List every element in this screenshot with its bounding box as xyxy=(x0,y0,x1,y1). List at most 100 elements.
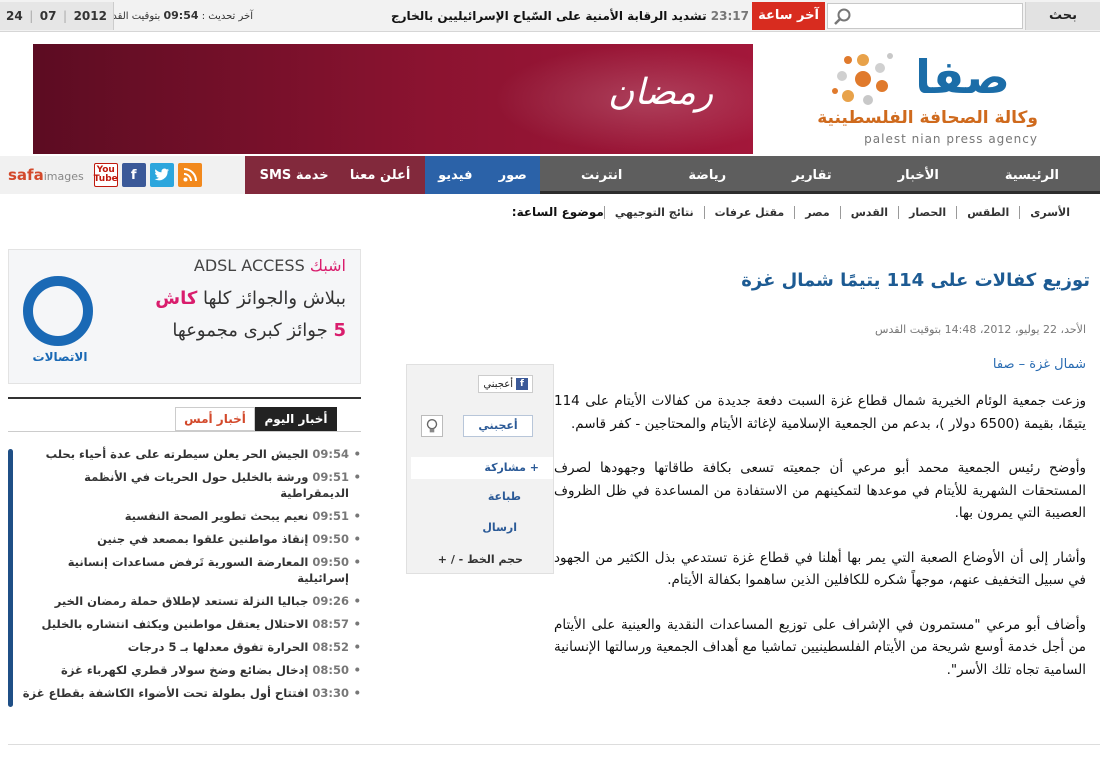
tab-yesterday-news[interactable]: أخبار أمس xyxy=(175,407,255,431)
news-headline[interactable]: الحرارة تفوق معدلها بـ 5 درجات xyxy=(128,640,309,654)
article-title: توزيع كفالات على 114 يتيمًا شمال غزة xyxy=(741,270,1090,291)
logo-subtitle-arabic: وكالة الصحافة الفلسطينية xyxy=(817,108,1038,128)
ad-line: ببلاش والجوائز كلها كاش xyxy=(155,288,346,309)
ad-line: 5 جوائز كبرى مجموعها xyxy=(172,320,346,341)
ad-line-text: جوائز كبرى مجموعها xyxy=(172,320,328,341)
list-item[interactable]: 08:50 إدخال بضائع وضخ سولار قطري لكهرباء… xyxy=(16,662,361,678)
list-item[interactable]: 08:52 الحرارة تفوق معدلها بـ 5 درجات xyxy=(16,639,361,655)
ad-line-text: ببلاش والجوائز كلها xyxy=(203,288,346,309)
news-headline[interactable]: ورشة بالخليل حول الحريات في الأنظمة الدي… xyxy=(84,470,349,500)
main-navigation: safaimages You Tube f أعلن معنا خدمة SMS … xyxy=(0,156,1100,194)
site-logo[interactable]: صفا وكالة الصحافة الفلسطينية palest nian… xyxy=(760,44,1100,154)
nav-main-sections: الرئيسية الأخبار تقارير رياضة انترنت xyxy=(540,156,1100,194)
nav-news[interactable]: الأخبار xyxy=(898,168,939,183)
twitter-icon[interactable] xyxy=(149,163,174,187)
list-item[interactable]: 09:50 المعارضة السورية تَرفض مساعدات إنس… xyxy=(16,554,361,586)
topic-link[interactable]: مقتل عرفات xyxy=(703,205,795,219)
news-tab-underline xyxy=(8,431,361,432)
nav-reports[interactable]: تقارير xyxy=(792,168,832,183)
list-item[interactable]: 09:26 جباليا النزلة تستعد لإطلاق حملة رم… xyxy=(16,593,361,609)
logo-subtitle-english: palest nian press agency xyxy=(864,132,1038,146)
latest-news-list: 09:54 الجيش الحر يعلن سيطرته على عدة أحي… xyxy=(16,446,361,708)
nav-photos[interactable]: صور xyxy=(499,168,527,183)
youtube-icon[interactable]: You Tube xyxy=(94,163,118,187)
news-time: 03:30 xyxy=(312,686,349,700)
ad-headline: اشبك ADSL ACCESS xyxy=(194,256,346,275)
last-update: آخر تحديث : 09:54 بتوقيت القدس xyxy=(100,2,253,30)
hot-topics-label: موضوع الساعة: xyxy=(511,205,604,219)
news-time: 08:57 xyxy=(312,617,349,631)
ad-line-accent: 5 xyxy=(333,320,346,341)
share-more-link[interactable]: + مشاركة xyxy=(411,457,553,479)
font-size-control[interactable]: حجم الخط - / + xyxy=(438,553,523,566)
news-headline[interactable]: نعيم يبحث تطوير الصحة النفسية xyxy=(125,509,309,523)
nav-sms-service[interactable]: خدمة SMS xyxy=(260,168,329,183)
print-link[interactable]: طباعة xyxy=(488,490,521,503)
news-time: 09:51 xyxy=(312,509,349,523)
current-date: 24 | 07 | 2012 xyxy=(0,2,114,30)
search-label[interactable]: بحث xyxy=(1025,2,1100,30)
news-headline[interactable]: إدخال بضائع وضخ سولار قطري لكهرباء غزة xyxy=(61,663,308,677)
safa-images-suffix: images xyxy=(43,170,84,183)
breaking-news-ticker[interactable]: 23:17 تشديد الرقابة الأمنية على السّياح … xyxy=(255,2,749,30)
list-item[interactable]: 09:51 ورشة بالخليل حول الحريات في الأنظم… xyxy=(16,469,361,501)
news-headline[interactable]: إنقاذ مواطنين علقوا بمصعد في جنين xyxy=(97,532,308,546)
share-panel: f أعجبني أعجبني + مشاركة طباعة ارسال حجم… xyxy=(406,364,554,574)
list-item[interactable]: 09:50 إنقاذ مواطنين علقوا بمصعد في جنين xyxy=(16,531,361,547)
breaking-news-headline[interactable]: تشديد الرقابة الأمنية على السّياح الإسرا… xyxy=(391,9,707,23)
date-separator: | xyxy=(63,9,68,23)
date-year: 2012 xyxy=(73,9,107,23)
topic-link[interactable]: الطقس xyxy=(956,205,1019,219)
list-item[interactable]: 03:30 افتتاح أول بطولة تحت الأضواء الكاش… xyxy=(16,685,361,701)
date-month: 07 xyxy=(39,9,57,23)
search-input[interactable] xyxy=(827,3,1023,29)
breaking-news-label: آخر ساعة xyxy=(752,2,825,30)
nav-sports[interactable]: رياضة xyxy=(688,168,726,183)
page-bottom-divider xyxy=(8,744,1100,745)
tab-today-news[interactable]: أخبار اليوم xyxy=(255,407,337,431)
nav-video[interactable]: فيديو xyxy=(438,168,472,183)
news-headline[interactable]: الاحتلال يعتقل مواطنين ويكثف انتشاره بال… xyxy=(41,617,308,631)
news-headline[interactable]: الجيش الحر يعلن سيطرته على عدة أحياء بحل… xyxy=(46,447,309,461)
news-time: 09:51 xyxy=(312,470,349,484)
news-scrollbar[interactable] xyxy=(8,449,13,707)
news-headline[interactable]: المعارضة السورية تَرفض مساعدات إنسانية إ… xyxy=(68,555,349,585)
search-icon[interactable] xyxy=(832,7,854,27)
nav-services: أعلن معنا خدمة SMS xyxy=(245,156,425,194)
lightbulb-icon[interactable] xyxy=(421,415,443,437)
news-headline[interactable]: جباليا النزلة تستعد لإطلاق حملة رمضان ال… xyxy=(55,594,309,608)
topic-link[interactable]: القدس xyxy=(839,205,898,219)
facebook-like-button[interactable]: f أعجبني xyxy=(478,375,533,393)
article-paragraph: وأشار إلى أن الأوضاع الصعبة التي يمر بها… xyxy=(554,549,1086,589)
topic-link[interactable]: نتائج التوجيهي xyxy=(603,205,704,219)
facebook-icon[interactable]: f xyxy=(121,163,146,187)
topic-link[interactable]: مصر xyxy=(794,205,840,219)
safa-images-brand: safa xyxy=(8,166,44,184)
nav-home[interactable]: الرئيسية xyxy=(1005,168,1059,183)
rss-icon[interactable] xyxy=(177,163,202,187)
list-item[interactable]: 08:57 الاحتلال يعتقل مواطنين ويكثف انتشا… xyxy=(16,616,361,632)
ad-line-accent: كاش xyxy=(155,288,198,309)
ramadan-banner[interactable]: رمضان xyxy=(33,44,753,154)
nav-advertise[interactable]: أعلن معنا xyxy=(350,168,410,183)
like-button[interactable]: أعجبني xyxy=(463,415,533,437)
facebook-icon: f xyxy=(516,378,528,390)
ad-headline-text: ADSL ACCESS xyxy=(193,256,305,275)
nav-internet[interactable]: انترنت xyxy=(581,168,622,183)
social-links: safaimages You Tube f xyxy=(0,156,245,194)
site-header: رمضان صفا وكالة الصحافة الفلسطينية pales… xyxy=(33,44,1100,154)
news-time: 09:26 xyxy=(312,594,349,608)
article-body: وزعت جمعية الوئام الخيرية شمال قطاع غزة … xyxy=(554,390,1086,703)
safa-images-link[interactable]: safaimages xyxy=(8,166,84,184)
ad-logo-text: الاتصالات xyxy=(32,350,88,364)
send-link[interactable]: ارسال xyxy=(482,521,517,534)
news-headline[interactable]: افتتاح أول بطولة تحت الأضواء الكاشفة بقط… xyxy=(23,686,309,700)
list-item[interactable]: 09:54 الجيش الحر يعلن سيطرته على عدة أحي… xyxy=(16,446,361,462)
topic-link[interactable]: الأسرى xyxy=(1019,205,1080,219)
youtube-icon-bottom: Tube xyxy=(93,174,118,184)
list-item[interactable]: 09:51 نعيم يبحث تطوير الصحة النفسية xyxy=(16,508,361,524)
nav-media: صور فيديو xyxy=(425,156,540,194)
advertisement[interactable]: الاتصالات اشبك ADSL ACCESS ببلاش والجوائ… xyxy=(8,249,361,384)
topic-link[interactable]: الحصار xyxy=(898,205,956,219)
banner-text: رمضان xyxy=(608,72,714,113)
